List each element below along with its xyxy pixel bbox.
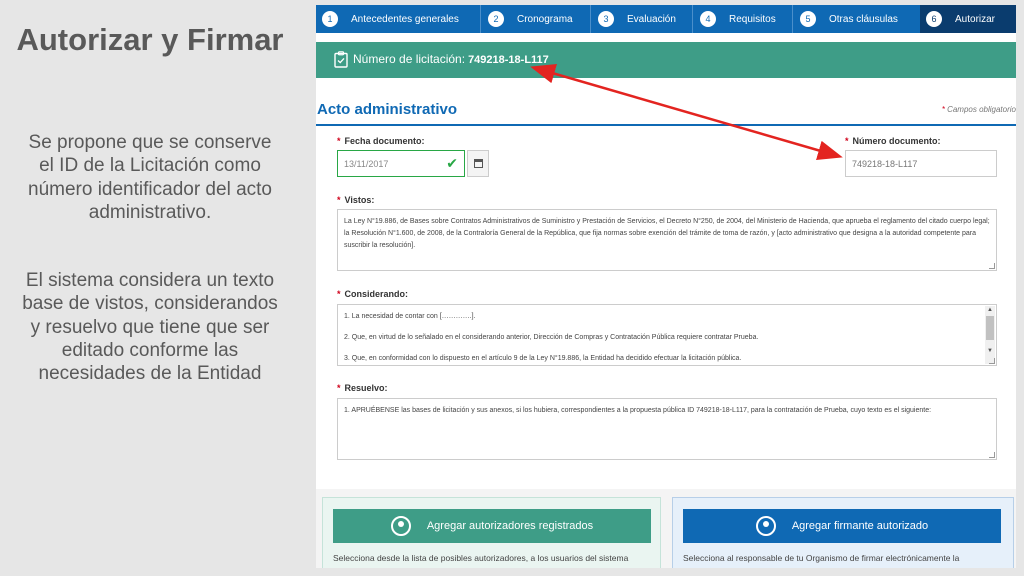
fecha-label: * Fecha documento:: [337, 136, 425, 146]
required-marker: *: [845, 136, 849, 146]
slide-paragraph: Se propone que se conserve el ID de la L…: [28, 132, 272, 223]
slide-paragraph: El sistema considera un texto base de vi…: [22, 270, 278, 385]
vistos-textarea[interactable]: La Ley N°19.886, de Bases sobre Contrato…: [337, 209, 997, 271]
slide-text-panel: Autorizar y Firmar Se propone que se con…: [0, 0, 300, 576]
numero-label-text: Número documento:: [852, 136, 941, 146]
step-divider: [590, 5, 591, 33]
resuelvo-text: 1. APRUÉBENSE las bases de licitación y …: [344, 407, 932, 414]
required-note-text: Campos obligatorios: [947, 105, 1016, 114]
step-number: 4: [700, 11, 716, 27]
user-signature-icon: [755, 516, 776, 536]
autorizadores-card: Agregar autorizadores registrados Selecc…: [322, 497, 661, 568]
add-authorizers-button[interactable]: Agregar autorizadores registrados: [333, 509, 651, 543]
step-number: 2: [488, 11, 504, 27]
required-marker: *: [941, 105, 945, 114]
step-label: Evaluación: [627, 13, 676, 25]
step-divider: [692, 5, 693, 33]
required-marker: *: [337, 383, 341, 393]
user-check-icon: [390, 516, 411, 536]
considerando-line: 3. Que, en conformidad con lo dispuesto …: [344, 355, 742, 362]
step-antecedentes-generales[interactable]: 1 Antecedentes generales: [322, 5, 486, 33]
step-number: 3: [598, 11, 614, 27]
resize-handle[interactable]: [989, 263, 995, 269]
add-authorizers-label: Agregar autorizadores registrados: [426, 520, 594, 532]
fecha-label-text: Fecha documento:: [344, 136, 425, 146]
required-marker: *: [337, 195, 341, 205]
step-label: Otras cláusulas: [829, 13, 898, 25]
slide-title: Autorizar y Firmar: [16, 22, 284, 57]
check-icon: ✔: [446, 155, 458, 171]
step-divider: [792, 5, 793, 33]
calendar-icon: [474, 159, 483, 168]
step-otras-clausulas[interactable]: 5 Otras cláusulas: [800, 5, 920, 33]
considerando-label: * Considerando:: [337, 289, 408, 299]
numero-documento-input[interactable]: 749218-18-L117: [845, 150, 997, 177]
fecha-documento-input[interactable]: 13/11/2017 ✔: [337, 150, 465, 177]
vistos-text: La Ley N°19.886, de Bases sobre Contrato…: [344, 218, 990, 249]
step-autorizar[interactable]: 6 Autorizar: [920, 5, 1016, 33]
app-screenshot: 1 Antecedentes generales 2 Cronograma 3 …: [316, 5, 1016, 568]
add-signer-button[interactable]: Agregar firmante autorizado: [683, 509, 1001, 543]
step-number: 1: [322, 11, 338, 27]
considerando-line: 1. La necesidad de contar con [………….].: [344, 313, 476, 320]
scroll-down-icon[interactable]: ▼: [987, 348, 993, 354]
step-label: Cronograma: [517, 13, 573, 25]
section-title: Acto administrativo: [317, 101, 458, 118]
step-number: 5: [800, 11, 816, 27]
numero-documento-label: * Número documento:: [845, 136, 941, 146]
step-label: Autorizar: [955, 13, 996, 25]
section-divider: [316, 124, 1016, 126]
considerando-textarea[interactable]: 1. La necesidad de contar con [………….]. 2…: [337, 304, 997, 366]
autorizadores-description: Selecciona desde la lista de posibles au…: [333, 553, 629, 563]
firmante-description: Selecciona al responsable de tu Organism…: [683, 553, 960, 563]
licitacion-label-text: Número de licitación:: [353, 52, 466, 66]
vertical-scrollbar[interactable]: ▲ ▼: [985, 306, 995, 364]
step-label: Antecedentes generales: [351, 13, 459, 25]
step-requisitos[interactable]: 4 Requisitos: [700, 5, 800, 33]
required-fields-note: * Campos obligatorios: [942, 105, 1016, 114]
add-signer-label: Agregar firmante autorizado: [791, 520, 929, 532]
considerando-label-text: Considerando:: [344, 289, 409, 299]
required-marker: *: [337, 289, 341, 299]
licitacion-header: Número de licitación: 749218-18-L117: [316, 42, 1016, 78]
step-cronograma[interactable]: 2 Cronograma: [488, 5, 596, 33]
step-label: Requisitos: [729, 13, 776, 25]
scrollbar-thumb[interactable]: [986, 316, 994, 340]
vistos-label: * Vistos:: [337, 195, 374, 205]
wizard-stepper: 1 Antecedentes generales 2 Cronograma 3 …: [316, 5, 1016, 33]
resize-handle[interactable]: [989, 358, 995, 364]
step-divider: [480, 5, 481, 33]
scroll-up-icon[interactable]: ▲: [987, 307, 993, 313]
resuelvo-label-text: Resuelvo:: [344, 383, 388, 393]
step-evaluacion[interactable]: 3 Evaluación: [598, 5, 698, 33]
considerando-line: 2. Que, en virtud de lo señalado en el c…: [344, 334, 759, 341]
required-marker: *: [337, 136, 341, 146]
licitacion-label: Número de licitación: 749218-18-L117: [353, 52, 549, 66]
clipboard-icon: [334, 51, 348, 68]
vistos-label-text: Vistos:: [344, 195, 375, 205]
calendar-button[interactable]: [467, 150, 489, 177]
resize-handle[interactable]: [989, 452, 995, 458]
resuelvo-textarea[interactable]: 1. APRUÉBENSE las bases de licitación y …: [337, 398, 997, 460]
firmante-card: Agregar firmante autorizado Selecciona a…: [672, 497, 1014, 568]
step-number: 6: [926, 11, 942, 27]
resuelvo-label: * Resuelvo:: [337, 383, 388, 393]
fecha-value: 13/11/2017: [344, 159, 389, 169]
licitacion-id: 749218-18-L117: [468, 54, 549, 66]
